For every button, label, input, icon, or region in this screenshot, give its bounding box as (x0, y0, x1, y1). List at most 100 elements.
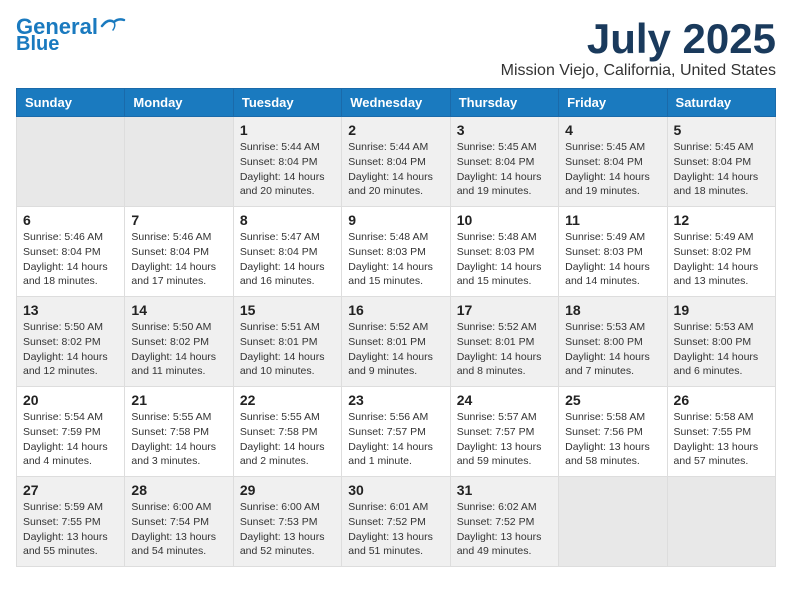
calendar-cell: 27 Sunrise: 5:59 AM Sunset: 7:55 PM Dayli… (17, 477, 125, 567)
calendar-table: SundayMondayTuesdayWednesdayThursdayFrid… (16, 88, 776, 567)
cell-content: Sunrise: 5:56 AM Sunset: 7:57 PM Dayligh… (348, 410, 443, 469)
cell-content: Sunrise: 5:55 AM Sunset: 7:58 PM Dayligh… (240, 410, 335, 469)
calendar-cell: 24Sunrise: 5:57 AM Sunset: 7:57 PM Dayli… (450, 387, 558, 477)
day-number: 10 (457, 212, 552, 228)
day-number: 5 (674, 122, 769, 138)
page-header: General Blue July 2025 Mission Viejo, Ca… (16, 16, 776, 80)
cell-content: Sunrise: 5:48 AM Sunset: 8:03 PM Dayligh… (348, 230, 443, 289)
cell-content: Sunrise: 5:45 AM Sunset: 8:04 PM Dayligh… (457, 140, 552, 199)
cell-content: Sunrise: 5:49 AM Sunset: 8:02 PM Dayligh… (674, 230, 769, 289)
logo-bird-icon (100, 16, 126, 34)
cell-content: Sunrise: 5:58 AM Sunset: 7:56 PM Dayligh… (565, 410, 660, 469)
weekday-header-tuesday: Tuesday (233, 89, 341, 117)
calendar-cell: 1Sunrise: 5:44 AM Sunset: 8:04 PM Daylig… (233, 117, 341, 207)
calendar-cell: 6 Sunrise: 5:46 AM Sunset: 8:04 PM Daylig… (17, 207, 125, 297)
cell-content: Sunrise: 5:47 AM Sunset: 8:04 PM Dayligh… (240, 230, 335, 289)
logo: General Blue (16, 16, 126, 54)
calendar-cell: 15 Sunrise: 5:51 AM Sunset: 8:01 PM Dayli… (233, 297, 341, 387)
cell-content: Sunrise: 5:53 AM Sunset: 8:00 PM Dayligh… (674, 320, 769, 379)
calendar-cell: 4 Sunrise: 5:45 AM Sunset: 8:04 PM Daylig… (559, 117, 667, 207)
day-number: 1 (240, 122, 335, 138)
calendar-cell: 10Sunrise: 5:48 AM Sunset: 8:03 PM Dayli… (450, 207, 558, 297)
calendar-cell: 17 Sunrise: 5:52 AM Sunset: 8:01 PM Dayli… (450, 297, 558, 387)
calendar-cell: 16 Sunrise: 5:52 AM Sunset: 8:01 PM Dayli… (342, 297, 450, 387)
cell-content: Sunrise: 6:01 AM Sunset: 7:52 PM Dayligh… (348, 500, 443, 559)
day-number: 30 (348, 482, 443, 498)
day-number: 21 (131, 392, 226, 408)
calendar-cell: 22 Sunrise: 5:55 AM Sunset: 7:58 PM Dayli… (233, 387, 341, 477)
calendar-cell: 28 Sunrise: 6:00 AM Sunset: 7:54 PM Dayli… (125, 477, 233, 567)
cell-content: Sunrise: 5:58 AM Sunset: 7:55 PM Dayligh… (674, 410, 769, 469)
calendar-week-row: 20 Sunrise: 5:54 AM Sunset: 7:59 PM Dayli… (17, 387, 776, 477)
calendar-cell (559, 477, 667, 567)
day-number: 3 (457, 122, 552, 138)
cell-content: Sunrise: 6:00 AM Sunset: 7:54 PM Dayligh… (131, 500, 226, 559)
day-number: 11 (565, 212, 660, 228)
day-number: 8 (240, 212, 335, 228)
cell-content: Sunrise: 5:45 AM Sunset: 8:04 PM Dayligh… (674, 140, 769, 199)
day-number: 14 (131, 302, 226, 318)
day-number: 9 (348, 212, 443, 228)
cell-content: Sunrise: 5:52 AM Sunset: 8:01 PM Dayligh… (457, 320, 552, 379)
cell-content: Sunrise: 5:46 AM Sunset: 8:04 PM Dayligh… (131, 230, 226, 289)
cell-content: Sunrise: 6:02 AM Sunset: 7:52 PM Dayligh… (457, 500, 552, 559)
cell-content: Sunrise: 5:45 AM Sunset: 8:04 PM Dayligh… (565, 140, 660, 199)
calendar-week-row: 27 Sunrise: 5:59 AM Sunset: 7:55 PM Dayli… (17, 477, 776, 567)
calendar-cell: 14 Sunrise: 5:50 AM Sunset: 8:02 PM Dayli… (125, 297, 233, 387)
day-number: 19 (674, 302, 769, 318)
calendar-cell: 29 Sunrise: 6:00 AM Sunset: 7:53 PM Dayli… (233, 477, 341, 567)
day-number: 28 (131, 482, 226, 498)
day-number: 27 (23, 482, 118, 498)
cell-content: Sunrise: 5:53 AM Sunset: 8:00 PM Dayligh… (565, 320, 660, 379)
cell-content: Sunrise: 5:50 AM Sunset: 8:02 PM Dayligh… (131, 320, 226, 379)
day-number: 6 (23, 212, 118, 228)
day-number: 4 (565, 122, 660, 138)
cell-content: Sunrise: 5:55 AM Sunset: 7:58 PM Dayligh… (131, 410, 226, 469)
cell-content: Sunrise: 6:00 AM Sunset: 7:53 PM Dayligh… (240, 500, 335, 559)
calendar-cell: 12 Sunrise: 5:49 AM Sunset: 8:02 PM Dayli… (667, 207, 775, 297)
calendar-cell: 3 Sunrise: 5:45 AM Sunset: 8:04 PM Daylig… (450, 117, 558, 207)
cell-content: Sunrise: 5:54 AM Sunset: 7:59 PM Dayligh… (23, 410, 118, 469)
calendar-cell: 11Sunrise: 5:49 AM Sunset: 8:03 PM Dayli… (559, 207, 667, 297)
day-number: 13 (23, 302, 118, 318)
calendar-cell (125, 117, 233, 207)
day-number: 25 (565, 392, 660, 408)
calendar-cell: 19 Sunrise: 5:53 AM Sunset: 8:00 PM Dayli… (667, 297, 775, 387)
calendar-cell: 25 Sunrise: 5:58 AM Sunset: 7:56 PM Dayli… (559, 387, 667, 477)
weekday-header-thursday: Thursday (450, 89, 558, 117)
cell-content: Sunrise: 5:46 AM Sunset: 8:04 PM Dayligh… (23, 230, 118, 289)
calendar-week-row: 6 Sunrise: 5:46 AM Sunset: 8:04 PM Daylig… (17, 207, 776, 297)
cell-content: Sunrise: 5:51 AM Sunset: 8:01 PM Dayligh… (240, 320, 335, 379)
calendar-cell: 21 Sunrise: 5:55 AM Sunset: 7:58 PM Dayli… (125, 387, 233, 477)
calendar-cell: 5 Sunrise: 5:45 AM Sunset: 8:04 PM Daylig… (667, 117, 775, 207)
calendar-cell: 18Sunrise: 5:53 AM Sunset: 8:00 PM Dayli… (559, 297, 667, 387)
day-number: 7 (131, 212, 226, 228)
cell-content: Sunrise: 5:50 AM Sunset: 8:02 PM Dayligh… (23, 320, 118, 379)
title-area: July 2025 Mission Viejo, California, Uni… (501, 16, 776, 80)
calendar-cell: 8 Sunrise: 5:47 AM Sunset: 8:04 PM Daylig… (233, 207, 341, 297)
day-number: 29 (240, 482, 335, 498)
weekday-header-monday: Monday (125, 89, 233, 117)
calendar-week-row: 1Sunrise: 5:44 AM Sunset: 8:04 PM Daylig… (17, 117, 776, 207)
day-number: 20 (23, 392, 118, 408)
calendar-cell: 31Sunrise: 6:02 AM Sunset: 7:52 PM Dayli… (450, 477, 558, 567)
day-number: 17 (457, 302, 552, 318)
calendar-header-row: SundayMondayTuesdayWednesdayThursdayFrid… (17, 89, 776, 117)
day-number: 15 (240, 302, 335, 318)
calendar-cell: 7 Sunrise: 5:46 AM Sunset: 8:04 PM Daylig… (125, 207, 233, 297)
calendar-cell: 13 Sunrise: 5:50 AM Sunset: 8:02 PM Dayli… (17, 297, 125, 387)
day-number: 16 (348, 302, 443, 318)
weekday-header-friday: Friday (559, 89, 667, 117)
cell-content: Sunrise: 5:57 AM Sunset: 7:57 PM Dayligh… (457, 410, 552, 469)
calendar-cell: 2Sunrise: 5:44 AM Sunset: 8:04 PM Daylig… (342, 117, 450, 207)
calendar-cell (667, 477, 775, 567)
calendar-cell: 20 Sunrise: 5:54 AM Sunset: 7:59 PM Dayli… (17, 387, 125, 477)
day-number: 22 (240, 392, 335, 408)
weekday-header-wednesday: Wednesday (342, 89, 450, 117)
day-number: 12 (674, 212, 769, 228)
day-number: 2 (348, 122, 443, 138)
cell-content: Sunrise: 5:59 AM Sunset: 7:55 PM Dayligh… (23, 500, 118, 559)
weekday-header-saturday: Saturday (667, 89, 775, 117)
cell-content: Sunrise: 5:52 AM Sunset: 8:01 PM Dayligh… (348, 320, 443, 379)
weekday-header-sunday: Sunday (17, 89, 125, 117)
